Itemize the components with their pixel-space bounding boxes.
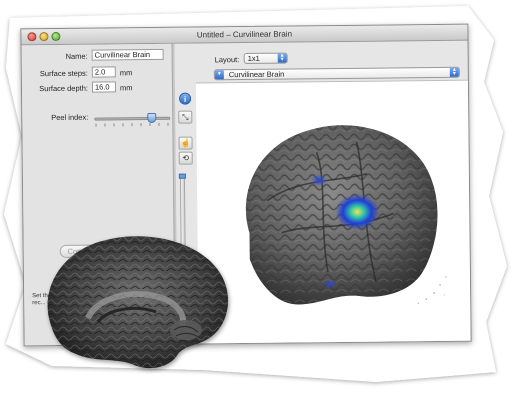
surface-steps-field[interactable]: 2.0 — [91, 66, 116, 78]
peel-index-ticks — [95, 122, 170, 127]
surface-steps-label: Surface steps: — [39, 68, 88, 79]
info-icon[interactable]: i — [179, 92, 192, 105]
name-label: Name: — [65, 51, 88, 61]
brain-viewport[interactable] — [195, 79, 471, 347]
surface-depth-label: Surface depth: — [39, 83, 89, 94]
curvilinear-brain-render[interactable] — [196, 81, 471, 347]
surface-depth-field[interactable]: 16.0 — [91, 81, 117, 93]
rotate-icon[interactable]: ⟲ — [178, 151, 193, 165]
layout-label: Layout: — [214, 55, 240, 65]
name-field[interactable]: Curvilinear Brain — [91, 48, 164, 61]
select-arrows-icon: ▲ ▼ — [449, 67, 459, 77]
layer-select[interactable]: ▾ Curvilinear Brain ▲ ▼ — [213, 66, 460, 81]
layout-select-value: 1x1 — [247, 53, 260, 63]
surface-steps-unit: mm — [119, 68, 133, 78]
peel-index-slider-knob[interactable] — [146, 112, 156, 124]
peel-index-label: Peel index: — [51, 112, 89, 123]
layout-select[interactable]: 1x1 ▲ ▼ — [243, 52, 288, 65]
sagittal-brain-slice — [47, 236, 229, 369]
peel-index-slider[interactable] — [94, 116, 171, 121]
vertical-slider-knob[interactable] — [178, 173, 186, 179]
title-bar[interactable]: Untitled – Curvilinear Brain — [21, 24, 468, 46]
layer-toggle-icon[interactable]: ▾ — [214, 70, 224, 80]
window-title: Untitled – Curvilinear Brain — [196, 29, 293, 40]
select-arrows-icon: ▲ ▼ — [277, 53, 287, 63]
layer-select-value: Curvilinear Brain — [228, 69, 285, 80]
surface-depth-unit: mm — [119, 83, 133, 93]
resize-icon[interactable]: ⤡ — [178, 110, 193, 124]
hand-icon[interactable]: ☝ — [178, 136, 193, 150]
